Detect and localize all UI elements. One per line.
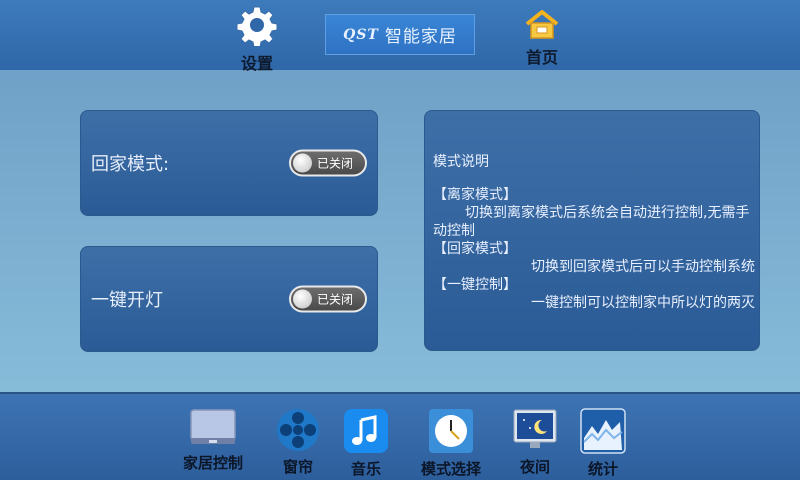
- nav-music[interactable]: 音乐: [326, 408, 406, 479]
- home-label: 首页: [525, 48, 558, 67]
- description-body: 【离家模式】 切换到离家模式后系统会自动进行控制,无需手动控制 【回家模式】 切…: [433, 186, 755, 312]
- description-title: 模式说明: [433, 154, 489, 170]
- toggle-state-text: 已关闭: [317, 156, 354, 171]
- app-logo: QST 智能家居: [325, 14, 475, 55]
- logo-brand: QST: [343, 26, 379, 43]
- nav-statistics[interactable]: 统计: [563, 408, 643, 479]
- toggle-knob: [293, 153, 312, 173]
- section-heading: 【回家模式】: [433, 241, 517, 257]
- home-mode-toggle[interactable]: 已关闭: [289, 149, 367, 177]
- all-lights-panel: 一键开灯 已关闭: [80, 246, 378, 352]
- night-screen-icon: [513, 409, 557, 448]
- monitor-icon: [190, 409, 236, 444]
- home-mode-label: 回家模式:: [91, 154, 170, 175]
- music-note-icon: [344, 409, 388, 453]
- nav-label: 模式选择: [420, 460, 481, 478]
- mode-description-panel: 模式说明 【离家模式】 切换到离家模式后系统会自动进行控制,无需手动控制 【回家…: [424, 110, 760, 351]
- section-text: 切换到离家模式后系统会自动进行控制,无需手动控制: [433, 205, 750, 239]
- top-bar: 设置 QST 智能家居 首页: [0, 0, 800, 73]
- curtain-reel-icon: [277, 409, 319, 451]
- house-icon: [525, 10, 559, 39]
- logo-text: 智能家居: [384, 27, 457, 47]
- home-mode-panel: 回家模式: 已关闭: [80, 110, 378, 216]
- section-text: 切换到回家模式后可以手动控制系统: [531, 259, 755, 275]
- toggle-state-text: 已关闭: [317, 292, 354, 307]
- chart-icon: [580, 408, 626, 454]
- toggle-knob: [293, 289, 312, 309]
- nav-home-control[interactable]: 家居控制: [173, 408, 253, 473]
- gear-icon: [236, 6, 278, 48]
- all-lights-label: 一键开灯: [91, 290, 163, 311]
- settings-label: 设置: [240, 54, 273, 73]
- home-button[interactable]: 首页: [518, 10, 566, 68]
- all-lights-toggle[interactable]: 已关闭: [289, 285, 367, 313]
- bottom-nav: 家居控制 窗帘 音乐 模式选择 夜间 统计: [0, 392, 800, 480]
- section-heading: 【一键控制】: [433, 277, 517, 293]
- section-text: 一键控制可以控制家中所以灯的两灭: [531, 295, 755, 311]
- nav-label: 统计: [587, 460, 618, 478]
- clock-icon: [429, 409, 473, 453]
- nav-label: 音乐: [350, 460, 381, 478]
- section-heading: 【离家模式】: [433, 187, 517, 203]
- nav-mode-select[interactable]: 模式选择: [411, 408, 491, 479]
- nav-label: 家居控制: [182, 454, 243, 472]
- settings-button[interactable]: 设置: [234, 4, 280, 74]
